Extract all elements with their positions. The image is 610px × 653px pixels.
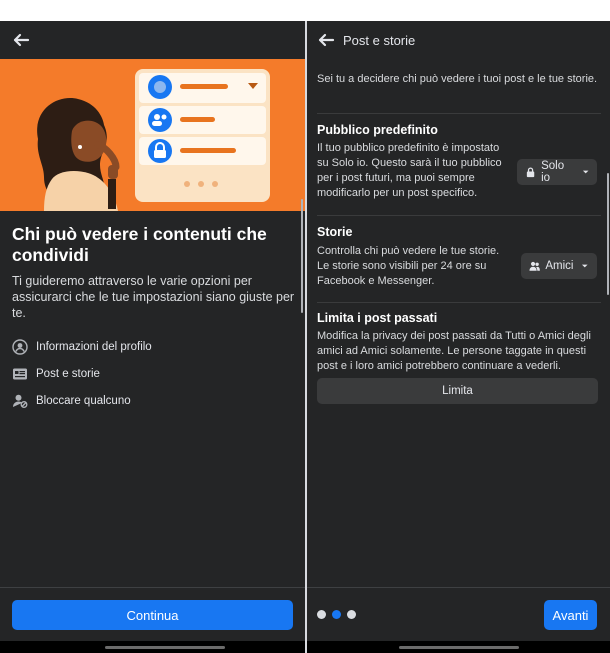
page-dot-active[interactable] [332, 610, 341, 619]
pagination-dots [317, 610, 356, 620]
default-audience-title: Pubblico predefinito [317, 123, 438, 137]
default-audience-button[interactable]: Solo io [517, 159, 597, 185]
section-divider [317, 215, 601, 216]
topic-label: Post e storie [36, 367, 100, 380]
left-top-bar [0, 21, 305, 59]
stories-audience-button[interactable]: Amici [521, 253, 597, 279]
hero-illustration [0, 59, 305, 211]
topic-label: Informazioni del profilo [36, 340, 152, 353]
page-description: Ti guideremo attraverso le varie opzioni… [12, 274, 295, 320]
topic-item-profile-info[interactable]: Informazioni del profilo [12, 333, 292, 360]
right-screen: Post e storie Sei tu a decidere chi può … [307, 21, 610, 653]
back-arrow-icon[interactable] [317, 31, 335, 49]
default-audience-label: Solo io [541, 160, 565, 184]
left-screen: Chi può vedere i contenuti che condividi… [0, 21, 305, 653]
page-heading: Chi può vedere i contenuti che condividi [12, 224, 267, 265]
block-person-icon [13, 394, 28, 408]
continue-button[interactable]: Continua [12, 600, 293, 630]
stories-text: Controlla chi può vedere le tue storie. … [317, 245, 500, 287]
post-card-icon [13, 368, 27, 379]
scrollbar-thumb[interactable] [607, 173, 609, 295]
page-dot[interactable] [317, 610, 326, 619]
home-indicator[interactable] [399, 646, 519, 649]
stories-audience-label: Amici [545, 260, 574, 272]
bottom-divider [0, 587, 305, 588]
stories-title: Storie [317, 225, 353, 239]
lock-icon [526, 167, 535, 178]
section-divider [317, 302, 601, 303]
page-title: Post e storie [343, 33, 416, 48]
limit-button[interactable]: Limita [317, 378, 598, 404]
limit-past-title: Limita i post passati [317, 311, 438, 325]
right-top-bar: Post e storie [307, 21, 610, 59]
friends-icon [529, 261, 540, 271]
scrollbar-thumb[interactable] [301, 199, 303, 313]
page-dot[interactable] [347, 610, 356, 619]
default-audience-text: Il tuo pubblico predefinito è impostato … [317, 142, 502, 199]
home-indicator[interactable] [105, 646, 225, 649]
next-button[interactable]: Avanti [544, 600, 597, 630]
back-arrow-icon[interactable] [12, 31, 30, 49]
topic-item-posts-stories[interactable]: Post e storie [12, 360, 292, 387]
bottom-divider [307, 587, 610, 588]
topic-list: Informazioni del profilo Post e storie B… [12, 333, 292, 414]
profile-circle-icon [12, 338, 28, 355]
section-divider [317, 113, 601, 114]
chevron-down-icon [582, 170, 589, 174]
topic-item-block-someone[interactable]: Bloccare qualcuno [12, 387, 292, 414]
intro-text: Sei tu a decidere chi può vedere i tuoi … [317, 73, 598, 85]
limit-past-text: Modifica la privacy dei post passati da … [317, 330, 591, 372]
chevron-down-icon [582, 264, 589, 268]
topic-label: Bloccare qualcuno [36, 394, 131, 407]
